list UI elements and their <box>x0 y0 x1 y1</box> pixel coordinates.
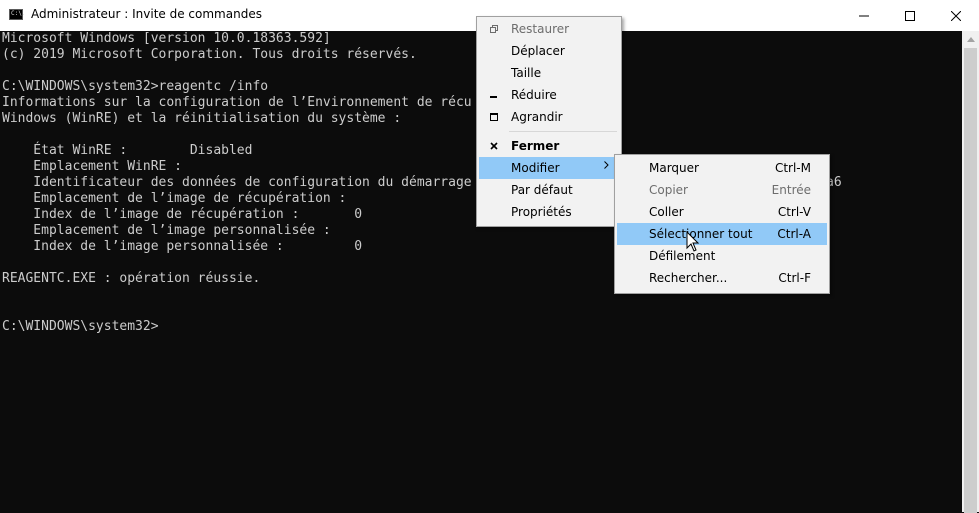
menu-item-label: Propriétés <box>511 205 572 219</box>
menu-item-par-defaut[interactable]: Par défaut <box>479 179 619 201</box>
console-line: Emplacement de l’image de récupération : <box>2 191 347 206</box>
menu-separator <box>509 131 617 132</box>
submenu-item-shortcut: Ctrl-M <box>774 161 811 175</box>
console-line: Emplacement de l’image personnalisée : <box>2 223 331 238</box>
maximize-button[interactable] <box>887 0 933 31</box>
command-prompt-icon-text: C:\. <box>11 10 26 17</box>
submenu-item-shortcut: Entrée <box>771 183 811 197</box>
console-line: (c) 2019 Microsoft Corporation. Tous dro… <box>2 47 417 62</box>
console-line: C:\WINDOWS\system32>reagentc /info <box>2 79 269 94</box>
minimize-icon <box>487 84 501 106</box>
restore-icon <box>487 18 501 40</box>
scroll-up-icon <box>966 37 975 42</box>
maximize-icon <box>487 106 501 128</box>
console-prompt: C:\WINDOWS\system32> <box>2 319 159 334</box>
minimize-icon <box>859 15 869 16</box>
submenu-item-copier[interactable]: Copier Entrée <box>617 179 827 201</box>
console-line: Emplacement WinRE : <box>2 159 183 174</box>
edit-submenu: Marquer Ctrl-M Copier Entrée Coller Ctrl… <box>614 154 830 294</box>
mouse-pointer-icon <box>686 231 700 252</box>
submenu-arrow-icon <box>604 161 609 172</box>
console-line: État WinRE : Disabled <box>2 143 253 158</box>
menu-item-taille[interactable]: Taille <box>479 62 619 84</box>
console-line: Windows (WinRE) et la réinitialisation d… <box>2 111 402 126</box>
console-line: Identificateur des données de configurat… <box>2 175 472 190</box>
menu-item-label: Par défaut <box>511 183 573 197</box>
submenu-item-rechercher[interactable]: Rechercher... Ctrl-F <box>617 267 827 289</box>
submenu-item-defilement[interactable]: Défilement <box>617 245 827 267</box>
console-line: REAGENTC.EXE : opération réussie. <box>2 271 261 286</box>
close-icon <box>951 10 961 21</box>
menu-item-deplacer[interactable]: Déplacer <box>479 40 619 62</box>
command-prompt-icon[interactable]: C:\. <box>9 9 26 20</box>
menu-item-reduire[interactable]: Réduire <box>479 84 619 106</box>
submenu-item-selectionner-tout[interactable]: Sélectionner tout Ctrl-A <box>617 223 827 245</box>
minimize-button[interactable] <box>841 0 887 31</box>
menu-item-label: Modifier <box>511 161 560 175</box>
close-icon <box>487 135 501 157</box>
submenu-item-label: Marquer <box>649 161 699 175</box>
menu-item-label: Fermer <box>511 139 560 153</box>
submenu-item-shortcut: Ctrl-A <box>777 227 811 241</box>
submenu-item-label: Sélectionner tout <box>649 227 753 241</box>
submenu-item-label: Défilement <box>649 249 716 263</box>
submenu-item-shortcut: Ctrl-V <box>777 205 811 219</box>
menu-item-label: Agrandir <box>511 110 563 124</box>
submenu-item-label: Copier <box>649 183 688 197</box>
menu-item-label: Restaurer <box>511 22 570 36</box>
menu-item-proprietes[interactable]: Propriétés <box>479 201 619 223</box>
submenu-item-label: Coller <box>649 205 684 219</box>
system-menu: Restaurer Déplacer Taille Réduire Agrand… <box>476 16 622 227</box>
console-line: Microsoft Windows [version 10.0.18363.59… <box>2 31 331 46</box>
submenu-item-coller[interactable]: Coller Ctrl-V <box>617 201 827 223</box>
submenu-item-marquer[interactable]: Marquer Ctrl-M <box>617 157 827 179</box>
submenu-item-shortcut: Ctrl-F <box>778 271 811 285</box>
scroll-thumb[interactable] <box>964 48 977 513</box>
console-line: Informations sur la configuration de l’E… <box>2 95 472 110</box>
submenu-item-label: Rechercher... <box>649 271 728 285</box>
maximize-icon <box>905 10 915 21</box>
console-line: Index de l’image de récupération : 0 <box>2 207 363 222</box>
vertical-scrollbar[interactable] <box>962 31 979 513</box>
menu-item-label: Réduire <box>511 88 557 102</box>
menu-item-fermer[interactable]: Fermer <box>479 135 619 157</box>
menu-item-modifier[interactable]: Modifier <box>479 157 619 179</box>
menu-item-label: Taille <box>511 66 542 80</box>
console-line: Index de l’image personnalisée : 0 <box>2 239 363 254</box>
window-title: Administrateur : Invite de commandes <box>31 7 262 21</box>
menu-item-restaurer[interactable]: Restaurer <box>479 18 619 40</box>
menu-item-label: Déplacer <box>511 44 565 58</box>
scroll-up-button[interactable] <box>962 31 979 48</box>
menu-item-agrandir[interactable]: Agrandir <box>479 106 619 128</box>
close-button[interactable] <box>933 0 979 31</box>
